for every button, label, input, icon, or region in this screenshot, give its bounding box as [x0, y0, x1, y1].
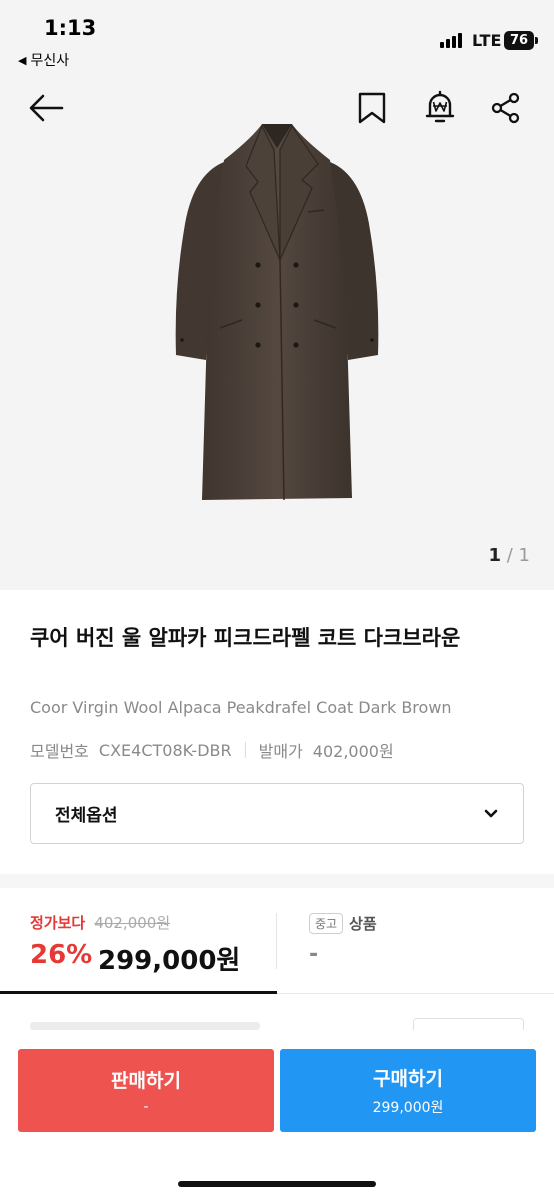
arrow-left-icon: [29, 94, 64, 122]
regular-price-value: 402,000원: [94, 914, 171, 932]
buy-button-label: 구매하기: [373, 1068, 443, 1090]
used-product-row[interactable]: 중고 상품: [309, 913, 377, 934]
release-price-label: 발매가: [258, 742, 303, 761]
image-counter-total: 1: [518, 545, 530, 566]
chevron-down-icon: [484, 809, 498, 817]
used-product-label: 상품: [349, 915, 377, 933]
sell-button-price: -: [143, 1099, 149, 1115]
sell-button-label: 판매하기: [111, 1070, 181, 1092]
section-divider: [0, 874, 554, 888]
image-counter: 1 / 1: [488, 545, 530, 566]
sale-price: 299,000원: [98, 946, 241, 976]
won-bell-icon: [425, 90, 455, 123]
meta-divider: [244, 742, 246, 758]
model-number-value: CXE4CT08K-DBR: [98, 740, 232, 760]
discount-rate: 26%: [30, 940, 93, 970]
regular-price-label: 정가보다: [30, 914, 86, 932]
share-button[interactable]: [486, 88, 526, 128]
active-tab-indicator: [0, 991, 277, 994]
back-button[interactable]: [26, 88, 66, 128]
product-meta: 모델번호 CXE4CT08K-DBR 발매가 402,000원: [30, 738, 394, 762]
price-alert-button[interactable]: [420, 88, 460, 128]
battery-icon: 76: [504, 31, 538, 50]
buy-button[interactable]: 구매하기 299,000원: [280, 1049, 536, 1132]
image-counter-separator: /: [506, 545, 513, 566]
status-time: 1:13: [44, 16, 97, 40]
status-bar: 1:13 ◀ 무신사 LTE 76: [0, 0, 554, 78]
used-badge: 중고: [309, 913, 344, 934]
home-indicator[interactable]: [178, 1181, 376, 1187]
back-to-app-link[interactable]: ◀ 무신사: [18, 50, 69, 70]
release-price-value: 402,000원: [312, 742, 394, 761]
regular-price-row: 정가보다 402,000원: [30, 912, 170, 933]
used-product-price: -: [309, 942, 319, 967]
product-title-en: Coor Virgin Wool Alpaca Peakdrafel Coat …: [30, 698, 452, 717]
content-peek: [30, 1022, 260, 1030]
product-title-ko: 쿠어 버진 울 알파카 피크드라펠 코트 다크브라운: [30, 626, 461, 650]
model-number-label: 모델번호: [30, 742, 89, 761]
product-image-coat: [175, 124, 379, 501]
image-counter-current: 1: [488, 545, 501, 566]
network-type: LTE: [472, 31, 502, 50]
battery-level: 76: [509, 33, 529, 48]
cellular-signal-icon: [440, 33, 462, 48]
back-triangle-icon: ◀: [18, 53, 27, 67]
size-option-select[interactable]: 전체옵션: [30, 783, 524, 844]
price-column-divider: [276, 913, 277, 969]
back-app-label: 무신사: [30, 53, 70, 69]
share-icon: [491, 92, 520, 124]
sell-button[interactable]: 판매하기 -: [18, 1049, 274, 1132]
option-select-label: 전체옵션: [55, 806, 118, 826]
buy-button-price: 299,000원: [372, 1100, 444, 1116]
